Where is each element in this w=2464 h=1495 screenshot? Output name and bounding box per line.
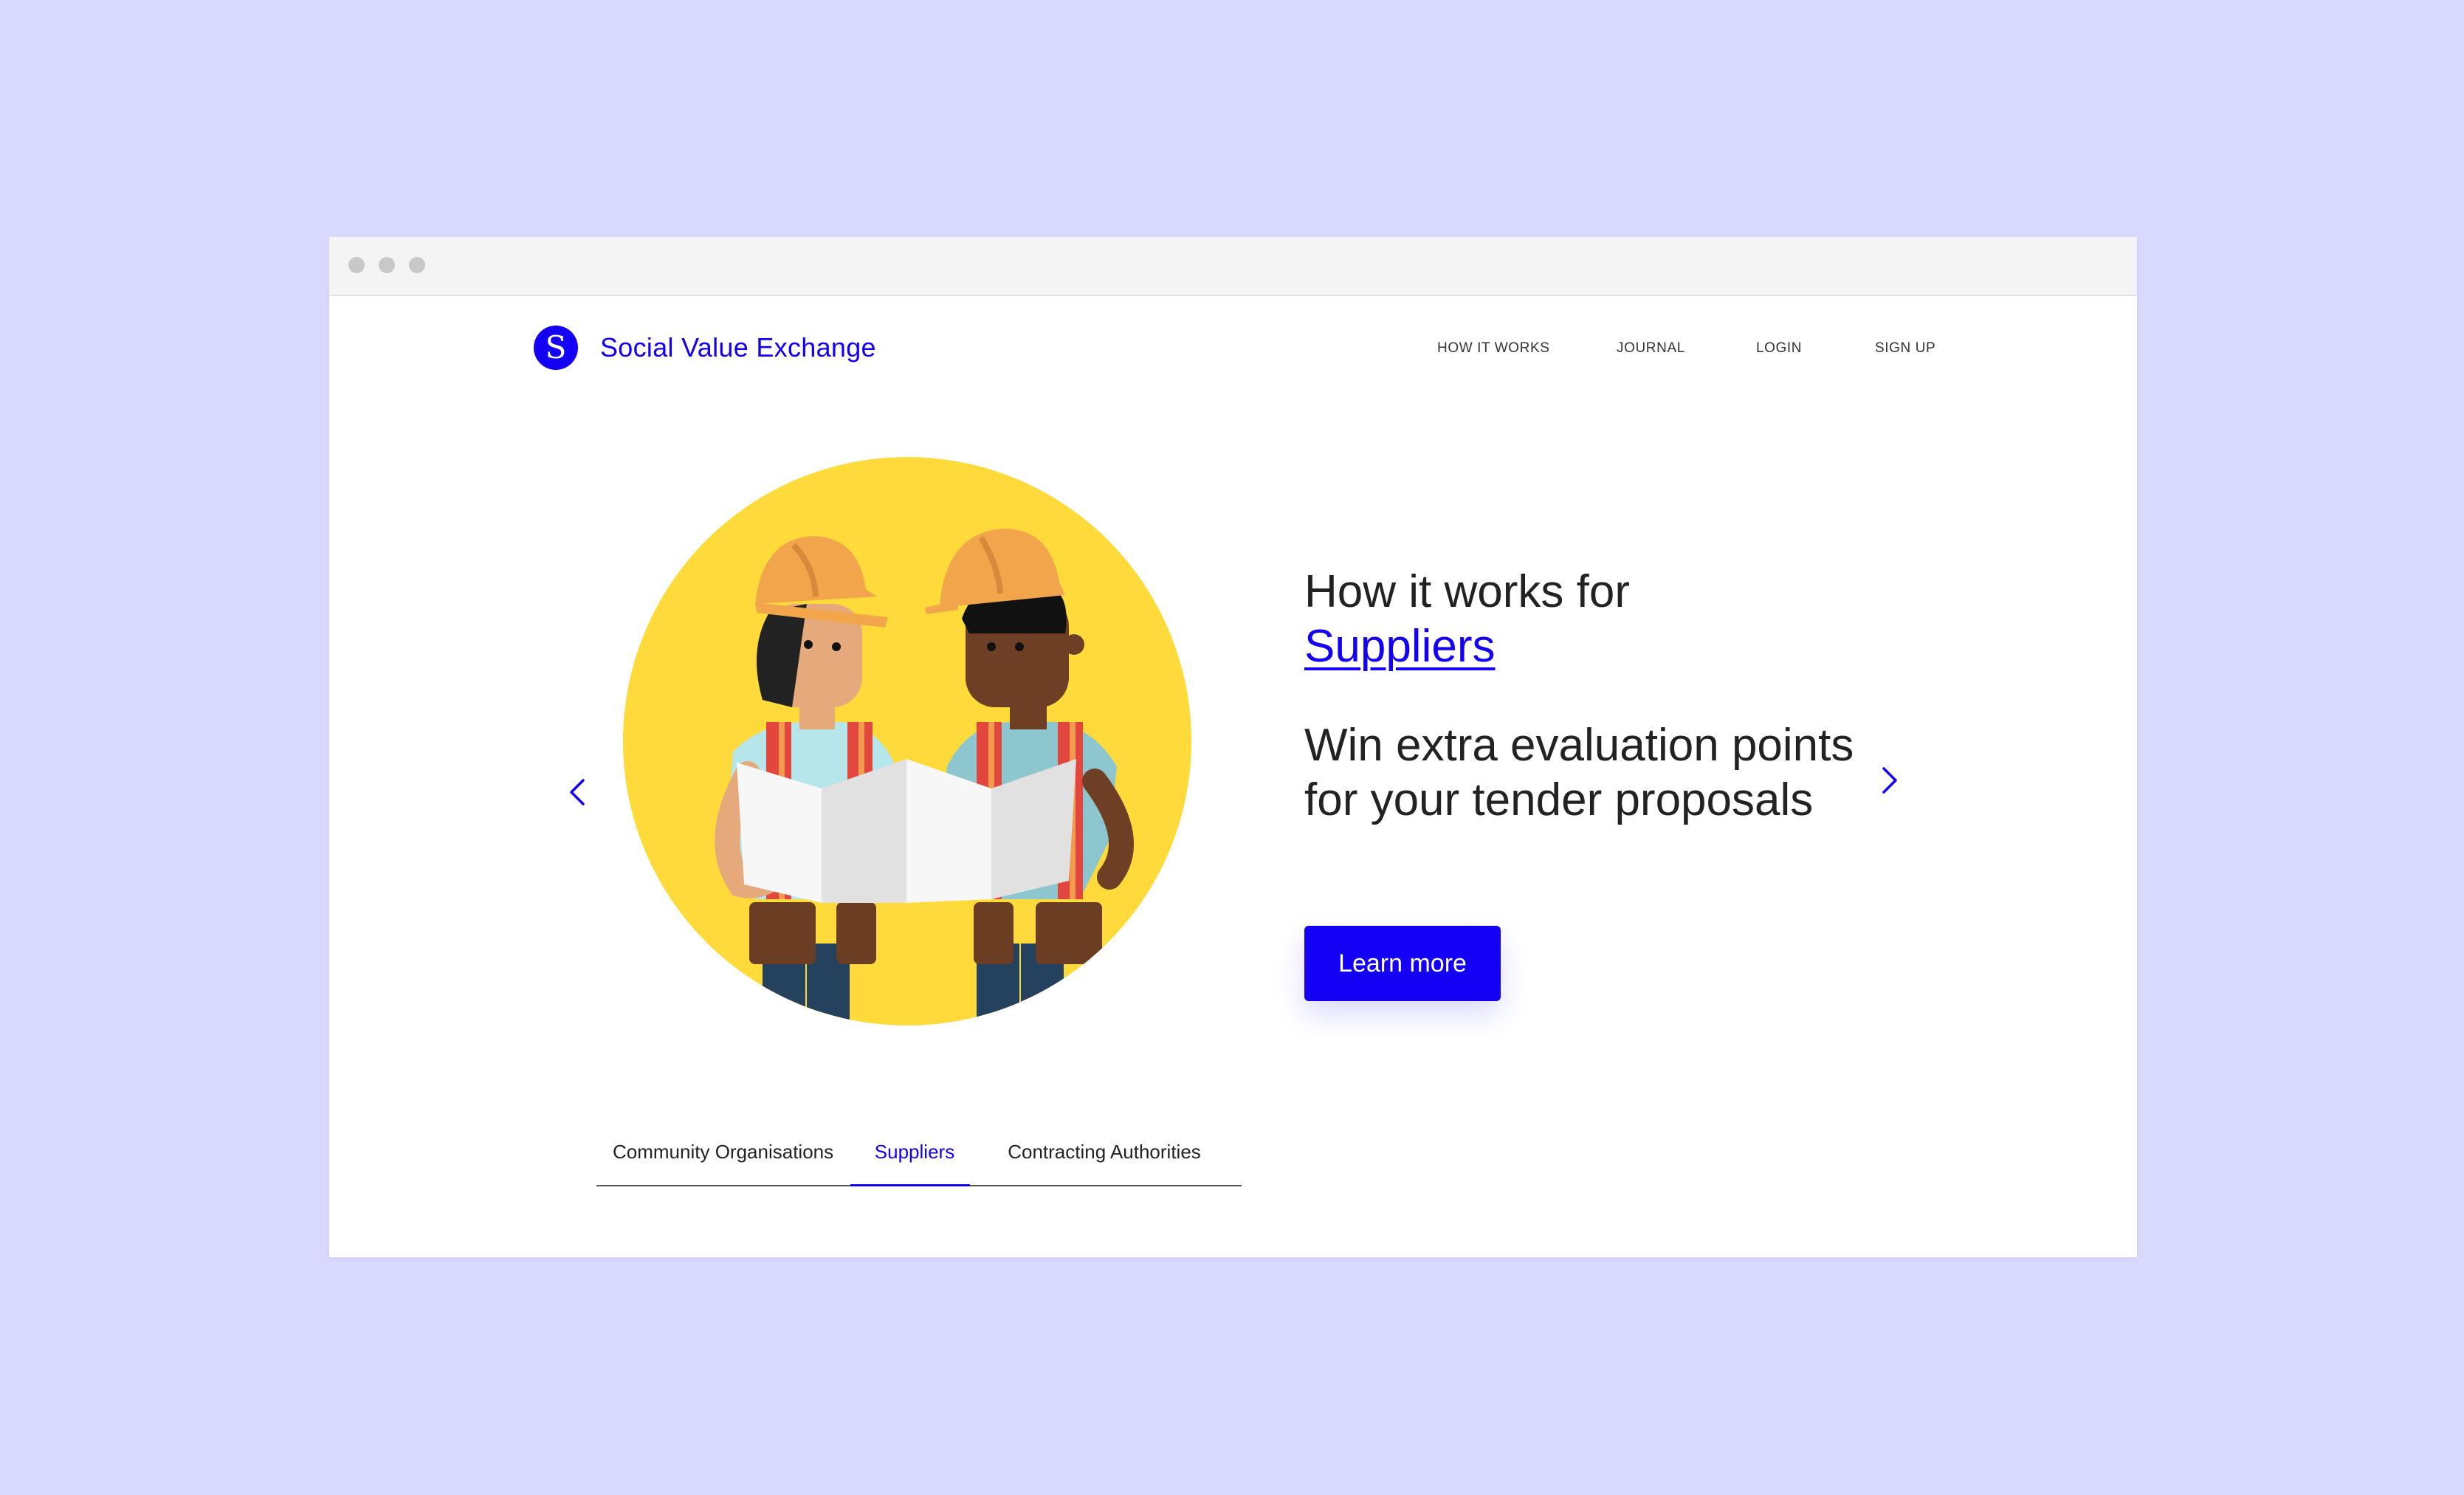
hero-heading: How it works for Suppliers: [1304, 565, 1630, 674]
chevron-left-icon: [570, 779, 585, 805]
nav-how-it-works[interactable]: HOW IT WORKS: [1437, 340, 1550, 357]
carousel-prev-button[interactable]: [564, 770, 593, 814]
hero-heading-accent-link[interactable]: Suppliers: [1304, 619, 1495, 674]
logo-text: Social Value Exchange: [600, 332, 876, 362]
window-maximize-dot[interactable]: [409, 257, 425, 273]
tab-suppliers[interactable]: Suppliers: [867, 1141, 963, 1183]
hero-heading-text: How it works for: [1304, 566, 1630, 617]
logo-s-icon: S: [534, 326, 578, 370]
chevron-right-icon: [1882, 767, 1897, 794]
audience-tabs: Community Organisations Suppliers Contra…: [596, 1141, 1242, 1186]
construction-workers-illustration: [623, 457, 1191, 1025]
window-minimize-dot[interactable]: [379, 257, 395, 273]
nav-sign-up[interactable]: SIGN UP: [1875, 340, 1935, 357]
tab-community-organisations[interactable]: Community Organisations: [613, 1141, 833, 1183]
nav-login[interactable]: LOGIN: [1756, 340, 1802, 357]
browser-titlebar: [329, 237, 2137, 296]
carousel-next-button[interactable]: [1873, 758, 1903, 803]
active-tab-indicator: [850, 1184, 970, 1186]
nav-journal[interactable]: JOURNAL: [1617, 340, 1685, 357]
tab-contracting-authorities[interactable]: Contracting Authorities: [986, 1141, 1222, 1183]
window-close-dot[interactable]: [348, 257, 365, 273]
site-logo[interactable]: S Social Value Exchange: [534, 326, 876, 370]
svg-text:S: S: [546, 329, 567, 365]
learn-more-button[interactable]: Learn more: [1304, 926, 1501, 1001]
hero-subheading: Win extra evaluation points for your ten…: [1304, 720, 1854, 825]
browser-window: S Social Value Exchange HOW IT WORKS JOU…: [329, 237, 2137, 1257]
